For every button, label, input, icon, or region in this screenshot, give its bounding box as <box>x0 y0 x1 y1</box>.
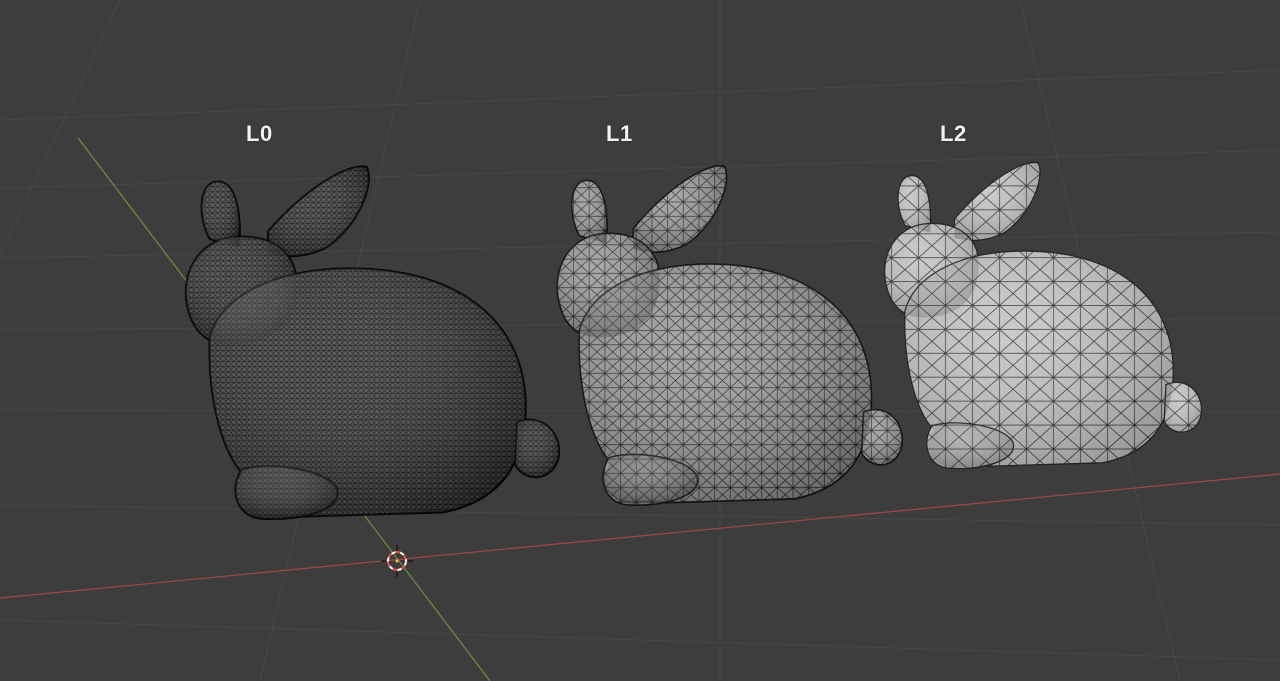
bunny-mesh-l0[interactable] <box>184 165 561 521</box>
bunny-mesh-l2[interactable] <box>884 161 1203 470</box>
viewport-scene[interactable] <box>0 0 1280 681</box>
lod-label-l0: L0 <box>246 121 273 146</box>
3d-viewport[interactable]: L0 L1 L2 <box>0 0 1280 681</box>
lod-label-l1: L1 <box>606 121 633 146</box>
lod-label-l2: L2 <box>940 121 967 146</box>
bunny-mesh-l1[interactable] <box>556 165 904 506</box>
